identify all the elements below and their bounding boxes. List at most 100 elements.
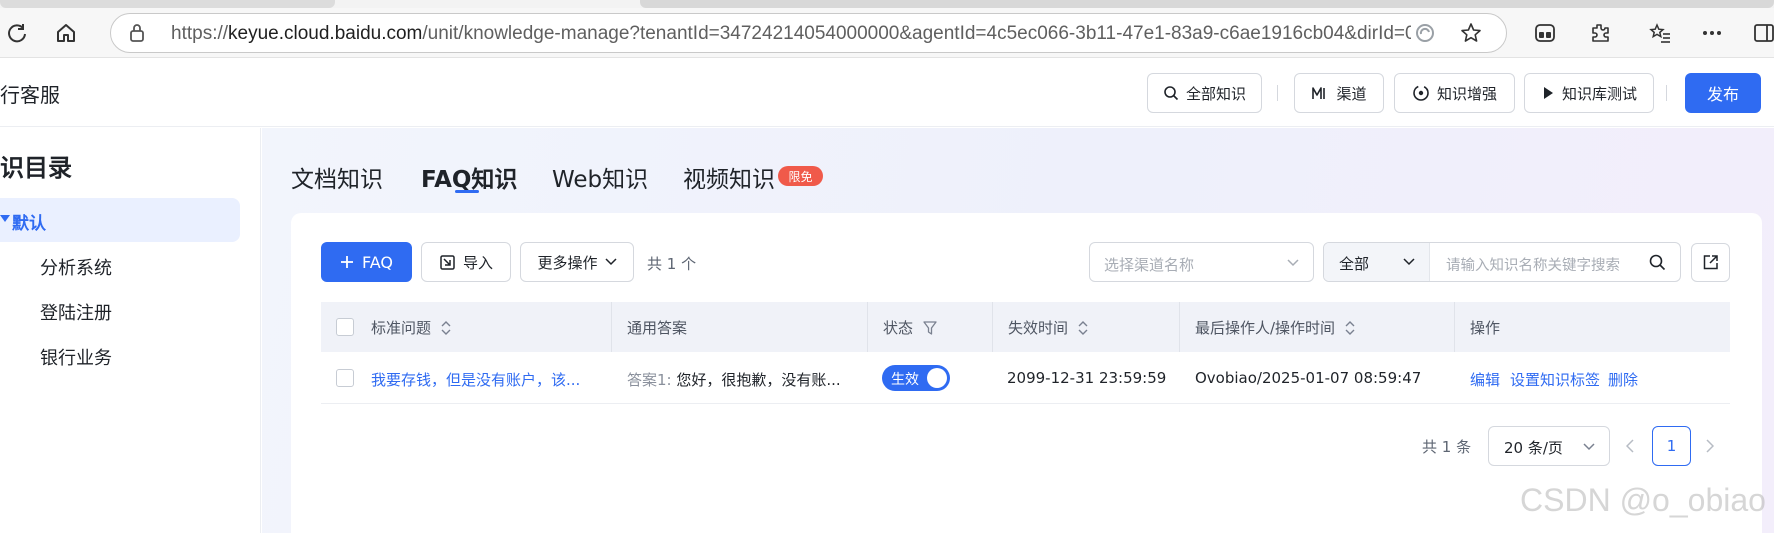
status-toggle[interactable]: 生效 — [882, 365, 950, 391]
url-text: https://keyue.cloud.baidu.com/unit/knowl… — [171, 23, 1411, 44]
page-size-select[interactable]: 20 条/页 — [1488, 426, 1610, 466]
all-knowledge-button[interactable]: 全部知识 — [1147, 73, 1262, 113]
home-icon[interactable] — [54, 21, 78, 45]
active-tab-indicator — [455, 190, 479, 193]
set-tag-link[interactable]: 设置知识标签 — [1510, 369, 1600, 390]
workspaces-icon[interactable] — [1533, 21, 1557, 45]
column-divider — [1179, 302, 1180, 352]
import-label: 导入 — [462, 253, 493, 272]
kb-test-button[interactable]: 知识库测试 — [1524, 73, 1654, 113]
delete-link[interactable]: 删除 — [1608, 369, 1638, 390]
header-question[interactable]: 标准问题 — [371, 317, 451, 338]
sidebar-item-default[interactable]: 默认 — [0, 198, 240, 242]
extensions-icon[interactable] — [1588, 21, 1612, 45]
app-header: 行客服 全部知识 渠道 知识增强 知识库测试 发布 — [0, 59, 1774, 127]
row-question-link[interactable]: 我要存钱，但是没有账户，该... — [371, 369, 580, 390]
browser-tab[interactable] — [640, 0, 1774, 8]
sidebar-toggle-icon[interactable] — [1752, 21, 1774, 45]
column-divider — [1454, 302, 1455, 352]
header-expire-label: 失效时间 — [1008, 319, 1069, 337]
sidebar-item-login[interactable]: 登陆注册 — [40, 299, 112, 325]
publish-button[interactable]: 发布 — [1685, 73, 1761, 113]
chevron-left-icon[interactable] — [1622, 436, 1638, 456]
tab-video-knowledge[interactable]: 视频知识 — [683, 160, 775, 194]
browser-tab[interactable] — [0, 0, 335, 8]
channel-button[interactable]: 渠道 — [1294, 73, 1384, 113]
enhance-button[interactable]: 知识增强 — [1394, 73, 1515, 113]
add-faq-button[interactable]: FAQ — [321, 242, 412, 282]
free-badge: 限免 — [778, 166, 823, 186]
page-button-current[interactable]: 1 — [1652, 426, 1691, 466]
tab-web-knowledge[interactable]: Web知识 — [552, 160, 648, 194]
kb-test-label: 知识库测试 — [1561, 84, 1637, 103]
header-status-label: 状态 — [883, 319, 914, 337]
caret-down-icon[interactable] — [0, 215, 10, 222]
sidebar-item-analysis[interactable]: 分析系统 — [40, 254, 112, 280]
row-expire: 2099-12-31 23:59:59 — [1007, 369, 1167, 387]
header-answer: 通用答案 — [627, 319, 688, 337]
export-button[interactable] — [1691, 243, 1730, 282]
edit-link[interactable]: 编辑 — [1470, 369, 1500, 390]
channel-select-placeholder: 选择渠道名称 — [1104, 256, 1195, 274]
sort-icon[interactable] — [1345, 320, 1355, 336]
more-icon[interactable] — [1700, 21, 1724, 45]
select-all-checkbox[interactable] — [336, 318, 354, 336]
tab-doc-knowledge[interactable]: 文档知识 — [291, 160, 383, 194]
header-divider — [1666, 85, 1667, 101]
favorites-icon[interactable] — [1648, 21, 1672, 45]
scope-select[interactable]: 全部 — [1324, 243, 1430, 281]
search-input[interactable]: 请输入知识名称关键字搜索 — [1446, 254, 1620, 275]
enhance-label: 知识增强 — [1436, 84, 1497, 103]
tab-faq-knowledge[interactable]: FAQ知识 — [421, 160, 517, 194]
header-actions: 操作 — [1470, 319, 1501, 337]
header-last-op-label: 最后操作人/操作时间 — [1195, 319, 1336, 337]
pagination-total: 共 1 条 — [1422, 438, 1472, 456]
address-bar[interactable]: https://keyue.cloud.baidu.com/unit/knowl… — [110, 13, 1507, 53]
channel-label: 渠道 — [1336, 84, 1367, 103]
filter-icon[interactable] — [923, 320, 937, 335]
edge-refresh-icon[interactable] — [1413, 21, 1437, 45]
page-size-value: 20 条/页 — [1504, 439, 1563, 457]
channel-icon — [1312, 87, 1326, 99]
sidebar-item-label: 默认 — [12, 214, 46, 234]
search-icon[interactable] — [1649, 254, 1666, 271]
chevron-down-icon — [1287, 259, 1299, 267]
toggle-knob — [927, 368, 947, 388]
channel-select[interactable]: 选择渠道名称 — [1089, 242, 1314, 282]
sidebar-title: 识目录 — [0, 154, 72, 182]
row-checkbox[interactable] — [336, 369, 354, 387]
header-expire[interactable]: 失效时间 — [1008, 317, 1088, 338]
scope-select-value: 全部 — [1339, 255, 1370, 273]
column-divider — [992, 302, 993, 352]
knowledge-search: 全部 请输入知识名称关键字搜索 — [1323, 242, 1681, 282]
watermark: CSDN @o_obiao — [1520, 482, 1766, 518]
browser-tab-strip — [0, 0, 1774, 8]
chevron-down-icon — [1403, 258, 1415, 266]
header-status: 状态 — [883, 317, 937, 338]
header-question-label: 标准问题 — [371, 319, 432, 337]
knowledge-directory-sidebar: 识目录 默认 分析系统 登陆注册 银行业务 — [0, 128, 261, 533]
chevron-down-icon — [1583, 443, 1595, 451]
total-count: 共 1 个 — [647, 255, 697, 273]
reload-icon[interactable] — [5, 21, 29, 45]
import-button[interactable]: 导入 — [421, 242, 511, 282]
more-actions-label: 更多操作 — [537, 253, 598, 272]
row-answer-prefix: 答案1: — [627, 371, 672, 389]
row-answer: 答案1: 您好，很抱歉，没有账... — [627, 369, 841, 390]
header-last-op[interactable]: 最后操作人/操作时间 — [1195, 317, 1355, 338]
sort-icon[interactable] — [1078, 320, 1088, 336]
table-row: 我要存钱，但是没有账户，该... 答案1: 您好，很抱歉，没有账... 生效 2… — [321, 352, 1730, 404]
search-icon — [1164, 86, 1179, 101]
lock-icon[interactable] — [125, 21, 149, 45]
sort-icon[interactable] — [441, 320, 451, 336]
chevron-right-icon[interactable] — [1702, 436, 1718, 456]
star-icon[interactable] — [1459, 21, 1483, 45]
add-faq-label: FAQ — [362, 252, 393, 272]
more-actions-dropdown[interactable]: 更多操作 — [520, 242, 634, 282]
column-divider — [611, 302, 612, 352]
plus-icon — [341, 256, 353, 268]
sidebar-item-banking[interactable]: 银行业务 — [40, 344, 112, 370]
row-answer-text: 您好，很抱歉，没有账... — [676, 371, 841, 389]
all-knowledge-label: 全部知识 — [1185, 84, 1246, 103]
status-toggle-label: 生效 — [891, 372, 919, 388]
